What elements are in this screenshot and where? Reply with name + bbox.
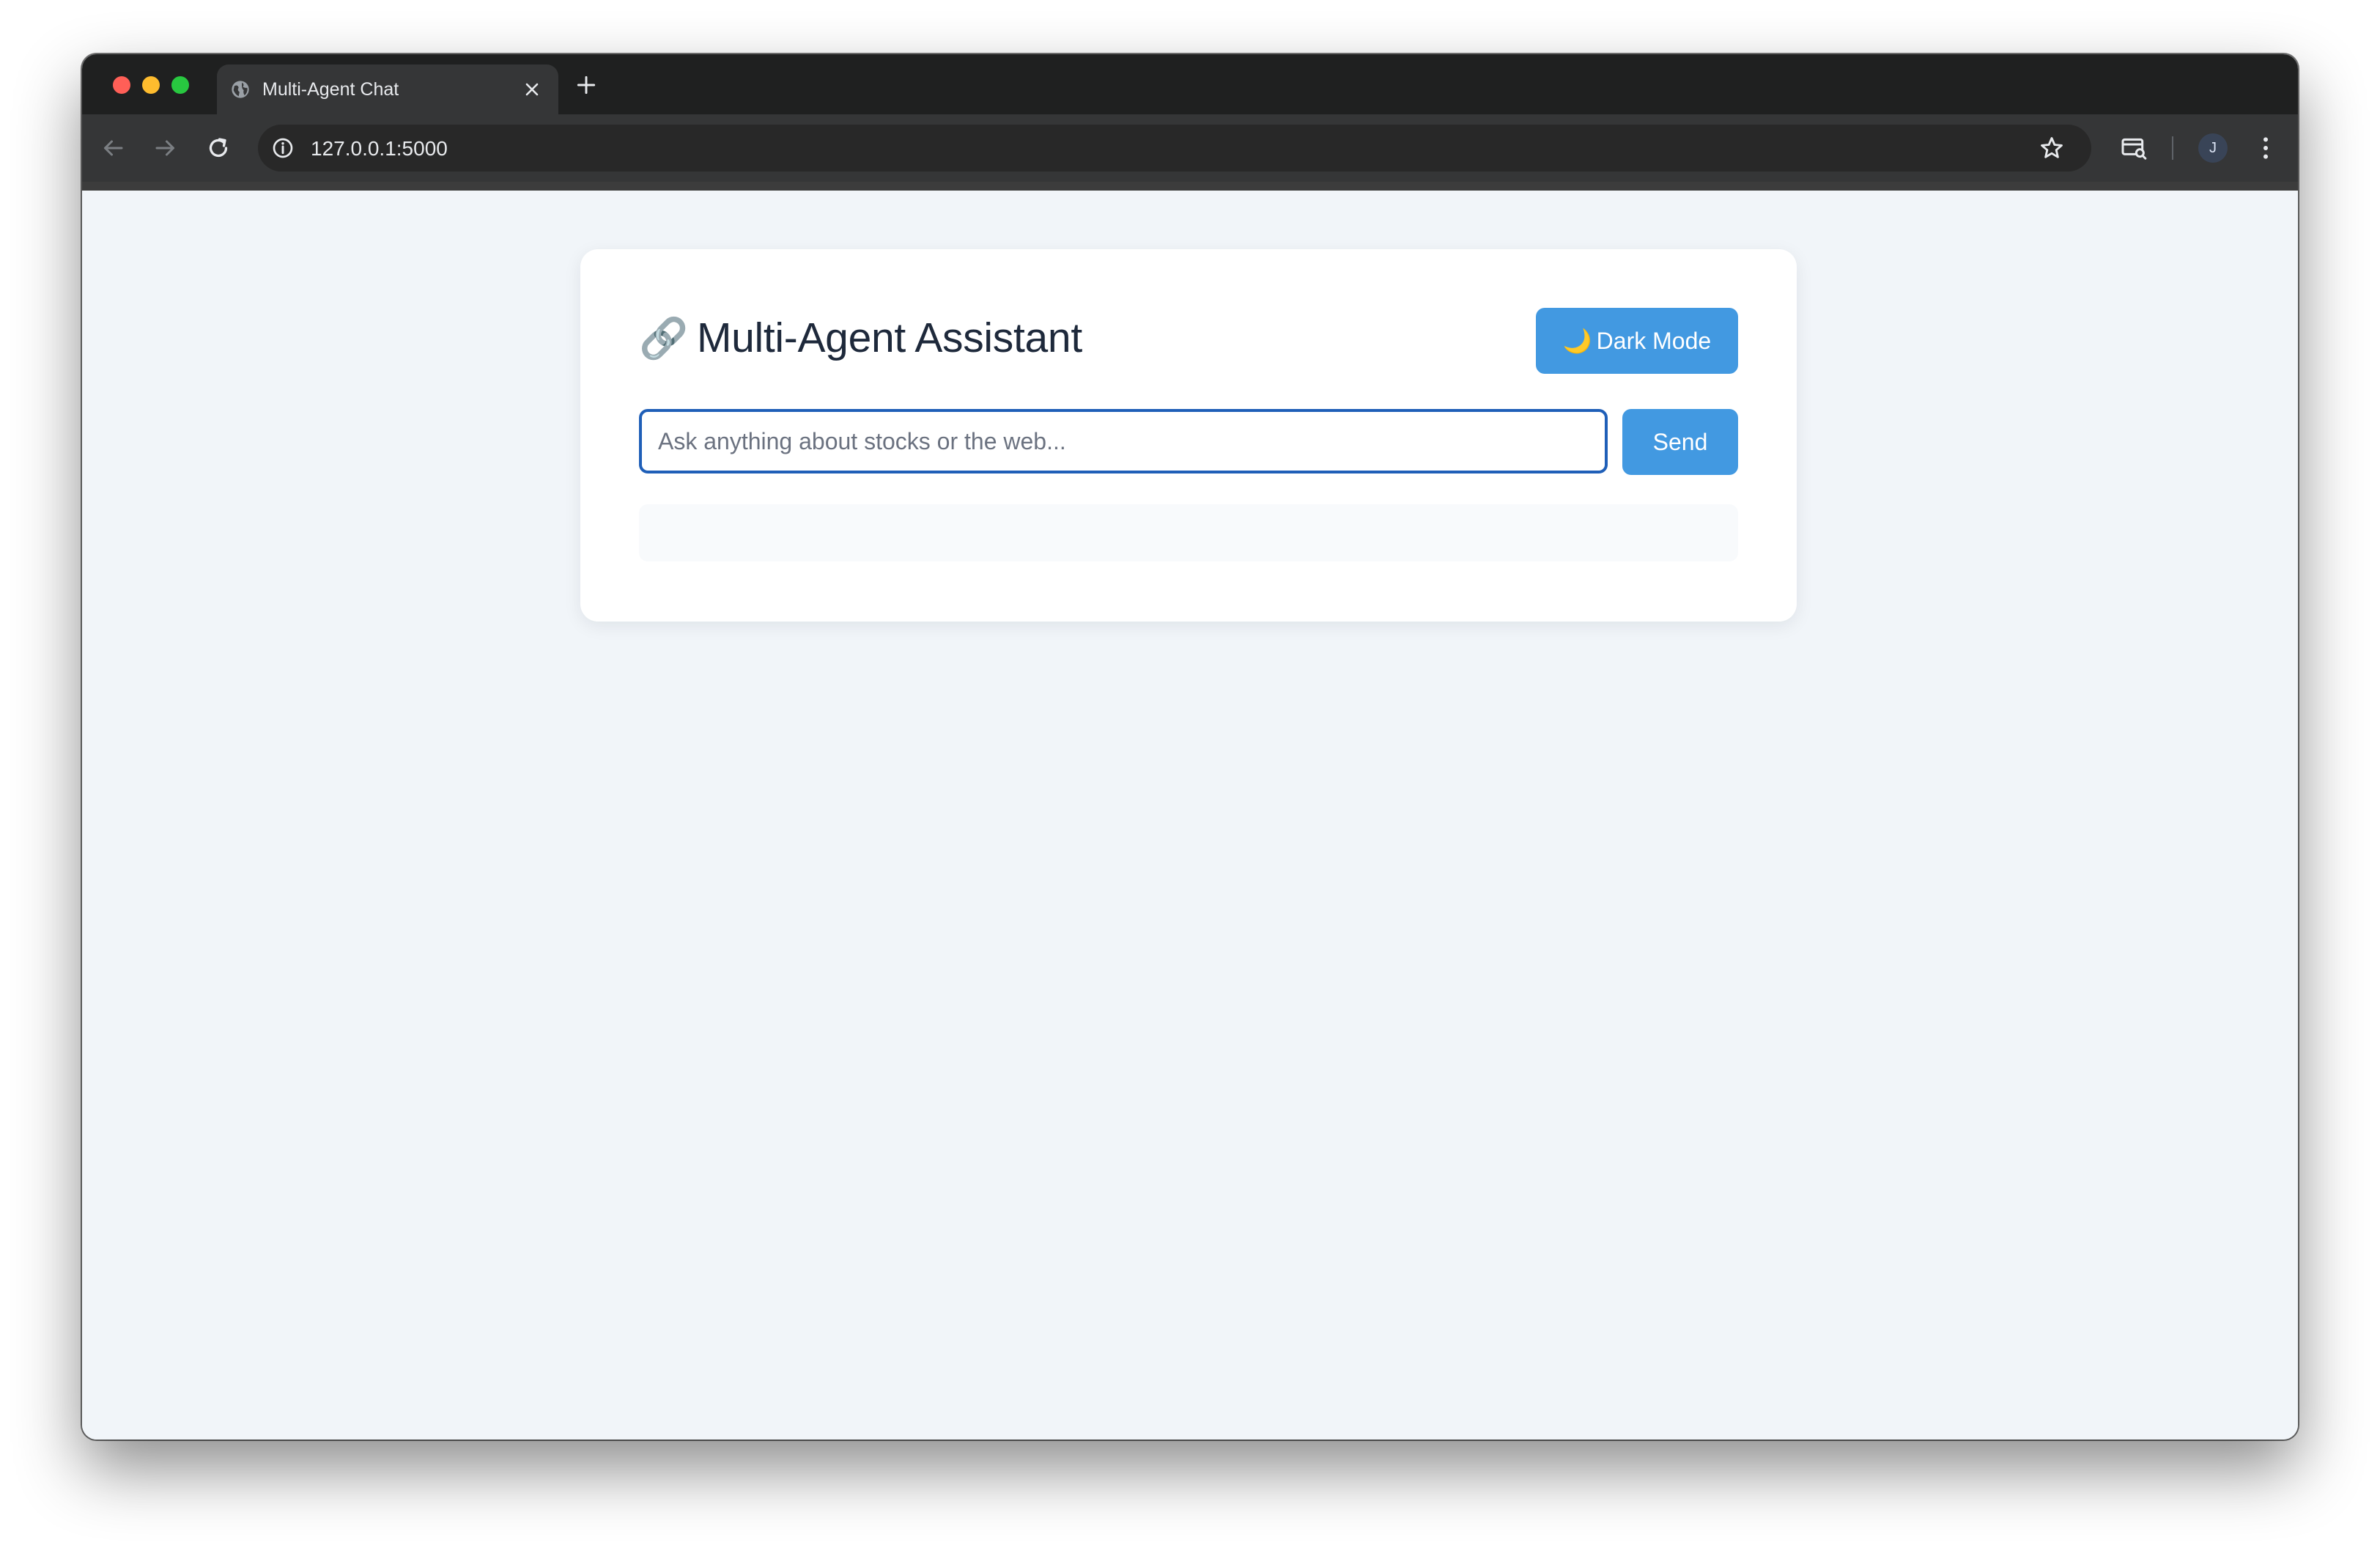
page-title-text: Multi-Agent Assistant xyxy=(696,314,1082,361)
avatar[interactable]: J xyxy=(2198,133,2228,163)
chat-input[interactable] xyxy=(639,409,1608,473)
star-icon[interactable] xyxy=(2039,135,2065,161)
page-title: 🔗 Multi-Agent Assistant xyxy=(639,314,1082,362)
reading-mode-icon[interactable] xyxy=(2119,133,2148,163)
chat-response-area xyxy=(639,504,1738,561)
reload-icon[interactable] xyxy=(205,135,232,161)
send-button[interactable]: Send xyxy=(1622,409,1738,475)
forward-arrow-icon[interactable] xyxy=(152,135,179,161)
close-window-button[interactable] xyxy=(113,76,130,94)
plus-icon[interactable] xyxy=(574,73,598,97)
tab-strip: Multi-Agent Chat xyxy=(82,54,2298,114)
url-text[interactable]: 127.0.0.1:5000 xyxy=(311,137,448,161)
back-arrow-icon[interactable] xyxy=(100,135,126,161)
maximize-window-button[interactable] xyxy=(171,76,189,94)
kebab-menu-icon[interactable] xyxy=(2251,133,2280,163)
browser-toolbar: 127.0.0.1:5000 J xyxy=(82,114,2298,182)
globe-icon xyxy=(232,81,249,98)
toolbar-separator xyxy=(2172,136,2173,160)
info-icon[interactable] xyxy=(271,136,295,160)
dark-mode-button[interactable]: 🌙 Dark Mode xyxy=(1536,308,1738,374)
chat-card: 🔗Multi-Agent Assistant 🌙Dark Mode Send xyxy=(580,249,1797,622)
moon-icon: 🌙 xyxy=(1562,328,1592,354)
address-bar[interactable]: 127.0.0.1:5000 xyxy=(258,125,2091,172)
browser-window: Multi-Agent Chat 127.0.0.1:5000 J 🔗 Mult… xyxy=(82,54,2298,1440)
close-icon[interactable] xyxy=(522,79,542,100)
browser-tab[interactable]: Multi-Agent Chat xyxy=(217,64,558,114)
toolbar-divider xyxy=(82,182,2298,191)
minimize-window-button[interactable] xyxy=(142,76,160,94)
dark-mode-label: Dark Mode xyxy=(1596,328,1712,354)
tab-title: Multi-Agent Chat xyxy=(262,79,399,100)
page-content: 🔗Multi-Agent Assistant 🌙Dark Mode Send xyxy=(82,191,2298,1440)
link-icon: 🔗 xyxy=(639,317,688,361)
